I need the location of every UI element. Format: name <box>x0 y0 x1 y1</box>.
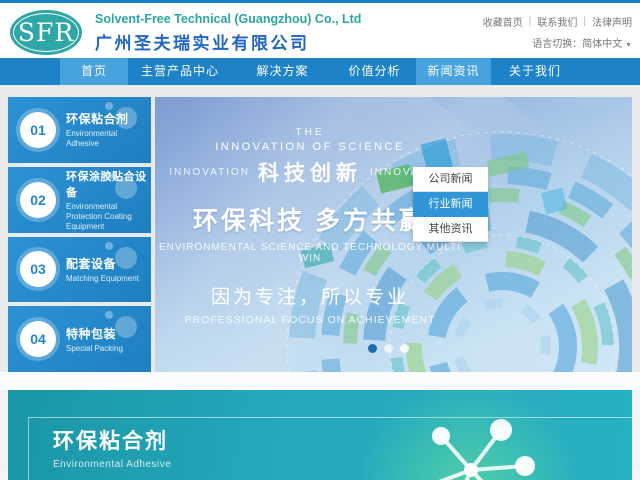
decor-bubble <box>115 107 137 129</box>
dropdown-item-other-news[interactable]: 其他资讯 <box>413 217 488 242</box>
language-switcher[interactable]: 语言切换：简体中文 ▼ <box>483 35 632 50</box>
nav-item-home[interactable]: 首页 <box>60 58 128 85</box>
molecule-graphic <box>432 419 535 480</box>
nav-item-products[interactable]: 主营产品中心 <box>128 58 232 85</box>
carousel-dots <box>368 344 409 353</box>
main-nav: 首页 主营产品中心 解决方案 价值分析 新闻资讯 关于我们 <box>0 58 640 85</box>
decor-bubble <box>115 316 137 339</box>
chevron-down-icon: ▼ <box>625 42 632 49</box>
decor-bubble <box>105 102 113 110</box>
product-section-wrapper: 环保粘合剂 Environmental Adhesive <box>0 390 640 480</box>
sidebar-item-subtitle: Special Packing <box>66 343 123 353</box>
product-section-subtitle: Environmental Adhesive <box>53 459 172 470</box>
link-separator: | <box>583 16 586 27</box>
banner-line3-left: INNOVATION <box>169 166 250 178</box>
decor-bubble <box>105 311 113 320</box>
header-utility: 收藏首页 | 联系我们 | 法律声明 语言切换：简体中文 ▼ <box>483 14 632 50</box>
company-name-cn: 广州圣夫瑞实业有限公司 <box>95 34 310 53</box>
company-name-en: Solvent-Free Technical (Guangzhou) Co., … <box>95 12 362 26</box>
nav-item-news[interactable]: 新闻资讯 <box>416 58 491 85</box>
decor-bubble <box>115 176 137 199</box>
link-bookmark-home[interactable]: 收藏首页 <box>483 14 523 29</box>
sidebar-item-matching-equipment[interactable]: 03 配套设备 Matching Equipment <box>8 236 151 303</box>
product-category-sidebar: 01 环保粘合剂 Environmental Adhesive 02 环保涂胶贴… <box>8 97 151 372</box>
banner-line2: INNOVATION OF SCIENCE <box>215 141 405 153</box>
hero-region: 01 环保粘合剂 Environmental Adhesive 02 环保涂胶贴… <box>0 85 640 372</box>
dropdown-item-industry-news[interactable]: 行业新闻 <box>413 192 488 217</box>
sidebar-item-subtitle: Environmental Adhesive <box>66 129 118 149</box>
sidebar-item-special-packing[interactable]: 04 特种包装 Special Packing <box>8 306 151 372</box>
decor-bubble <box>115 246 137 269</box>
banner-line1: THE <box>295 127 325 138</box>
sidebar-item-title: 环保粘合剂 <box>66 112 129 127</box>
decor-bubble <box>105 241 113 250</box>
news-dropdown-menu: 公司新闻 行业新闻 其他资讯 <box>413 167 488 242</box>
link-contact-us[interactable]: 联系我们 <box>537 14 577 29</box>
banner-slogan: 因为专注，所以专业 <box>210 287 409 308</box>
nav-item-value[interactable]: 价值分析 <box>333 58 416 85</box>
sidebar-item-subtitle: Matching Equipment <box>66 273 139 283</box>
sidebar-item-subtitle: Environmental Protection Coating Equipme… <box>66 201 132 231</box>
link-separator: | <box>528 16 532 27</box>
carousel-dot-3[interactable] <box>400 344 409 353</box>
item-number-badge: 04 <box>20 321 56 358</box>
logo-text: SFR <box>17 18 75 47</box>
carousel-dot-2[interactable] <box>384 344 393 353</box>
banner-slogan-en: PROFESSIONAL FOCUS ON ACHIEVEMENT <box>184 314 436 326</box>
item-number-badge: 02 <box>20 181 56 218</box>
banner-subheadline: ENVIRONMENTAL SCIENCE AND TECHNOLOGY MUL… <box>158 242 462 264</box>
nav-item-solutions[interactable]: 解决方案 <box>232 58 333 85</box>
section-gap <box>0 372 640 390</box>
product-section-title: 环保粘合剂 <box>53 430 168 453</box>
decor-bubble <box>105 171 113 180</box>
sidebar-item-coating-equipment[interactable]: 02 环保涂胶贴合设备 Environmental Protection Coa… <box>8 166 151 233</box>
product-section-banner[interactable]: 环保粘合剂 Environmental Adhesive <box>8 390 632 480</box>
language-label: 语言切换：简体中文 <box>532 39 623 50</box>
nav-item-about[interactable]: 关于我们 <box>491 58 579 85</box>
company-name-block: Solvent-Free Technical (Guangzhou) Co., … <box>95 12 361 54</box>
site-header: SFR Solvent-Free Technical (Guangzhou) C… <box>0 3 640 58</box>
item-number-badge: 03 <box>20 251 56 288</box>
company-logo[interactable]: SFR <box>10 10 82 55</box>
sidebar-item-adhesive[interactable]: 01 环保粘合剂 Environmental Adhesive <box>8 97 151 163</box>
link-legal-notice[interactable]: 法律声明 <box>592 14 632 29</box>
carousel-dot-1[interactable] <box>368 344 377 353</box>
hero-banner-slide: THE INNOVATION OF SCIENCE INNOVATION 科技创… <box>155 97 632 372</box>
item-number-badge: 01 <box>20 111 56 148</box>
dropdown-item-company-news[interactable]: 公司新闻 <box>413 167 488 192</box>
top-links: 收藏首页 | 联系我们 | 法律声明 <box>483 14 632 29</box>
banner-line3-center: 科技创新 <box>258 162 362 185</box>
